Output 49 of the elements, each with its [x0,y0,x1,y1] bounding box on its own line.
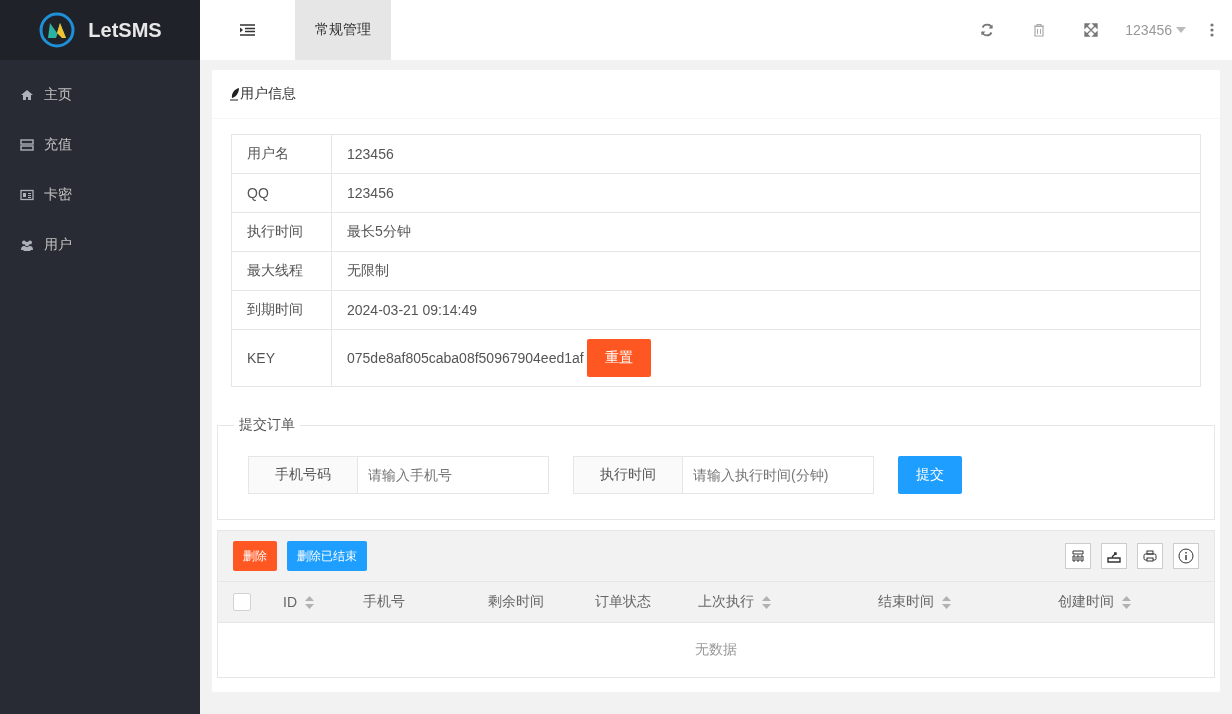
print-icon[interactable] [1143,549,1157,563]
column-header: 上次执行 [698,593,754,611]
fullscreen-icon[interactable] [1084,23,1099,37]
refresh-icon[interactable] [980,23,995,37]
users-icon [20,238,34,252]
empty-message: 无数据 [695,641,737,659]
nav-tab[interactable]: 常规管理 [295,0,391,60]
leaf-icon [230,87,240,101]
column-header: ID [283,594,297,610]
column-header: 结束时间 [878,593,934,611]
select-all-checkbox[interactable] [233,593,251,611]
field-label: 手机号码 [248,456,358,494]
table-cell: 执行时间 [232,213,332,251]
table-cell-text: 123456 [346,184,395,203]
column-header: 手机号 [363,593,405,611]
input-field[interactable]: 请输入执行时间(分钟) [683,456,874,494]
menu-fold-icon[interactable] [240,24,255,36]
column-header: 剩余时间 [488,593,544,611]
table-cell-text: 2024-03-21 09:14:49 [346,301,478,320]
id-card-icon [20,188,34,202]
table-cell-text: 最长5分钟 [346,222,412,241]
caret-icon [1176,27,1186,33]
key-value: 075de8af805caba08f50967904eed1af [347,350,584,366]
table-cell: KEY [232,330,332,386]
sidebar-item[interactable]: 主页 [0,70,200,120]
table-cell: 最大线程 [232,252,332,290]
column-header: 订单状态 [595,593,651,611]
section-title: 用户信息 [230,85,296,103]
columns-icon[interactable] [1071,549,1085,563]
brand-name: LetSMS [88,18,162,42]
logo-icon [38,11,77,49]
home-icon [20,88,34,102]
trash-icon[interactable] [1032,23,1047,37]
server-icon [20,138,34,152]
sidebar-item[interactable]: 充值 [0,120,200,170]
column-header: 创建时间 [1058,593,1114,611]
table-cell-text: 123456 [346,145,395,164]
info-icon[interactable] [1178,548,1194,564]
export-icon[interactable] [1107,549,1121,563]
field-label: 执行时间 [573,456,683,494]
table-cell: 到期时间 [232,291,332,329]
more-icon[interactable] [1210,23,1214,37]
sidebar-item[interactable]: 卡密 [0,170,200,220]
sidebar-item[interactable]: 用户 [0,220,200,270]
table-cell: QQ [232,174,332,212]
fieldset-legend: 提交订单 [234,416,300,434]
input-field[interactable]: 请输入手机号 [358,456,549,494]
table-cell-text: 无限制 [346,261,390,280]
table-cell: 用户名 [232,135,332,173]
